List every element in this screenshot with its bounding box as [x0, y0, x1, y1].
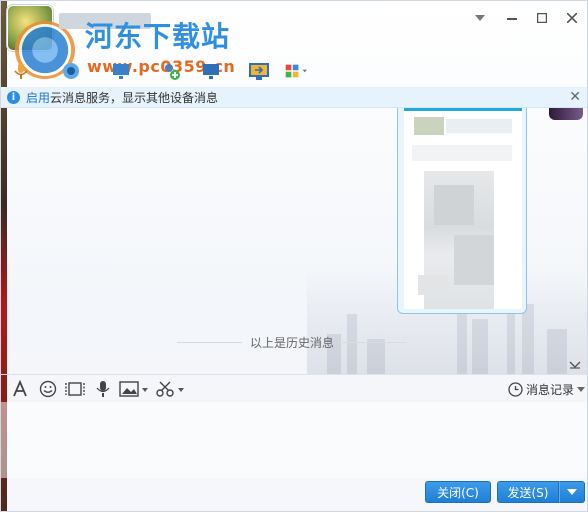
send-button[interactable]: 发送(S) — [497, 481, 559, 503]
remote-desktop-icon[interactable] — [109, 59, 133, 83]
chat-window: 河东下载站 www.pc0359.cn i 启用 云消息服务，显示其他设备消息 … — [0, 0, 588, 512]
message-history-label: 消息记录 — [525, 383, 574, 397]
close-icon[interactable]: ✕ — [569, 89, 581, 105]
chevron-down-icon — [567, 489, 577, 495]
message-input[interactable] — [1, 402, 587, 478]
screen-share-icon[interactable] — [199, 59, 223, 83]
add-member-icon[interactable] — [159, 59, 183, 83]
input-toolbar: 消息记录 — [1, 374, 587, 403]
gif-icon[interactable] — [65, 380, 85, 398]
send-options-button[interactable] — [559, 481, 585, 503]
video-call-icon[interactable] — [59, 59, 83, 83]
apps-grid-icon[interactable] — [285, 59, 309, 83]
close-icon[interactable] — [561, 9, 583, 27]
clock-icon — [508, 382, 523, 397]
chevron-down-icon[interactable] — [469, 9, 491, 27]
screenshot-scissors-icon[interactable] — [155, 380, 187, 398]
watermark-title: 河东下载站 — [85, 20, 231, 53]
info-icon: i — [7, 90, 20, 104]
send-file-icon[interactable] — [247, 59, 271, 83]
cloud-message-infobar: i 启用 云消息服务，显示其他设备消息 ✕ — [1, 87, 587, 108]
collapse-arrow-icon[interactable] — [569, 358, 581, 372]
my-avatar[interactable] — [549, 108, 583, 120]
message-history-button[interactable]: 消息记录 — [508, 381, 585, 398]
image-message[interactable] — [397, 108, 527, 314]
chat-history-area[interactable]: 以上是历史消息 — [7, 108, 587, 374]
infobar-text: 云消息服务，显示其他设备消息 — [50, 90, 219, 105]
font-icon[interactable] — [11, 380, 29, 398]
microphone-icon[interactable] — [95, 380, 111, 398]
close-button[interactable]: 关闭(C) — [425, 481, 491, 503]
maximize-icon[interactable] — [531, 9, 553, 27]
voice-call-icon[interactable] — [9, 59, 33, 83]
emoji-icon[interactable] — [39, 380, 57, 398]
screenshot-image-blurred — [404, 108, 522, 309]
enable-cloud-link[interactable]: 启用 — [26, 89, 50, 106]
minimize-icon[interactable] — [501, 9, 523, 27]
window-header: 河东下载站 www.pc0359.cn — [1, 1, 587, 87]
image-icon[interactable] — [119, 380, 149, 398]
history-divider: 以上是历史消息 — [177, 334, 408, 351]
history-divider-text: 以上是历史消息 — [250, 336, 335, 350]
